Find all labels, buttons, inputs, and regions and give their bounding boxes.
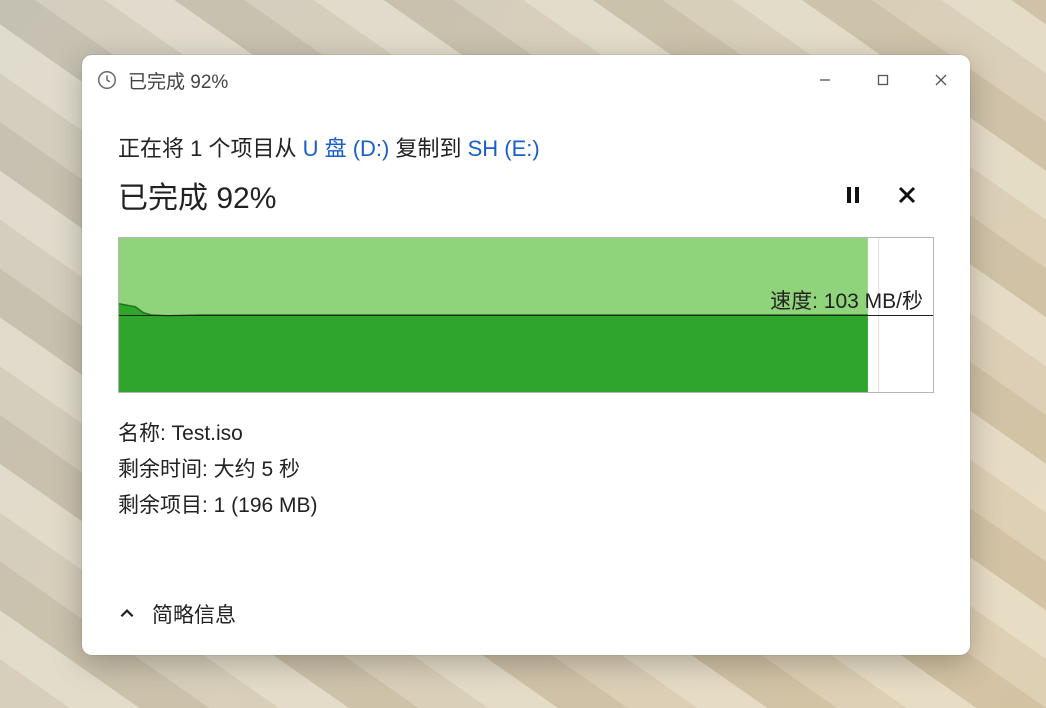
- window-controls: [796, 55, 970, 105]
- titlebar: 已完成 92%: [82, 55, 970, 105]
- speed-label: 速度: 103 MB/秒: [768, 285, 925, 315]
- copy-progress-dialog: 已完成 92% 正在将 1 个项目从 U 盘 (D:) 复制到 SH (E:) …: [82, 55, 970, 655]
- detail-time: 剩余时间: 大约 5 秒: [118, 453, 934, 483]
- maximize-button[interactable]: [854, 55, 912, 105]
- detail-time-label: 剩余时间:: [118, 458, 214, 481]
- close-button[interactable]: [912, 55, 970, 105]
- dest-drive-link[interactable]: SH (E:): [468, 136, 540, 161]
- source-drive-link[interactable]: U 盘 (D:): [303, 136, 390, 161]
- window-title: 已完成 92%: [128, 67, 228, 94]
- copy-prefix: 正在将 1 个项目从: [118, 136, 303, 161]
- detail-time-value: 大约 5 秒: [214, 458, 300, 481]
- cancel-button[interactable]: [894, 182, 920, 208]
- detail-name: 名称: Test.iso: [118, 417, 934, 447]
- toggle-details-button[interactable]: 简略信息: [118, 577, 934, 655]
- progress-actions: [840, 182, 934, 208]
- detail-name-value: Test.iso: [172, 422, 243, 445]
- dialog-body: 正在将 1 个项目从 U 盘 (D:) 复制到 SH (E:) 已完成 92% …: [82, 105, 970, 655]
- progress-text: 已完成 92%: [118, 173, 840, 217]
- desktop-wallpaper: 已完成 92% 正在将 1 个项目从 U 盘 (D:) 复制到 SH (E:) …: [0, 0, 1046, 708]
- copy-mid: 复制到: [389, 136, 467, 161]
- minimize-button[interactable]: [796, 55, 854, 105]
- detail-items: 剩余项目: 1 (196 MB): [118, 489, 934, 519]
- copy-description: 正在将 1 个项目从 U 盘 (D:) 复制到 SH (E:): [118, 131, 934, 163]
- toggle-details-label: 简略信息: [152, 599, 236, 629]
- clock-icon: [96, 69, 118, 91]
- details-block: 名称: Test.iso 剩余时间: 大约 5 秒 剩余项目: 1 (196 M…: [118, 417, 934, 525]
- detail-items-value: 1 (196 MB): [214, 494, 318, 517]
- speed-chart: 速度: 103 MB/秒: [118, 237, 934, 393]
- speed-reference-line: [119, 315, 933, 316]
- pause-button[interactable]: [840, 182, 866, 208]
- progress-row: 已完成 92%: [118, 173, 934, 217]
- detail-name-label: 名称:: [118, 422, 172, 445]
- chevron-up-icon: [118, 605, 136, 623]
- detail-items-label: 剩余项目:: [118, 494, 214, 517]
